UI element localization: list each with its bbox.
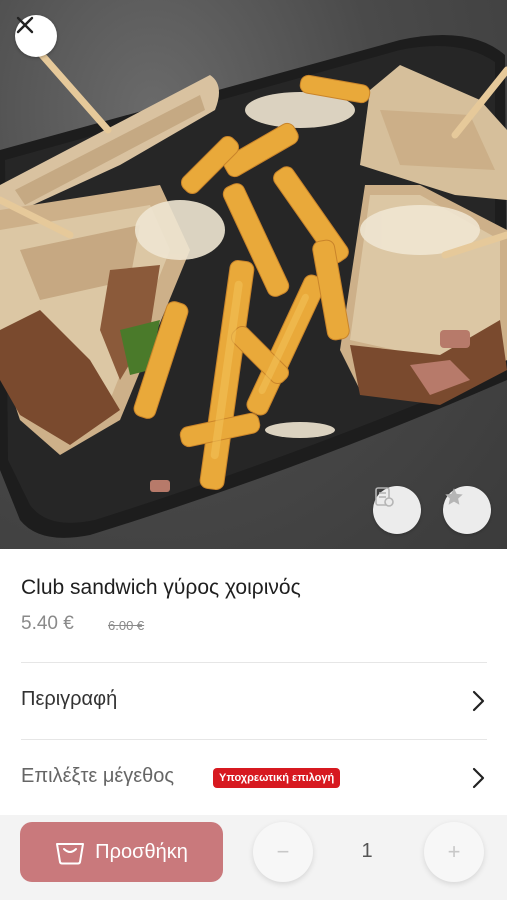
product-old-price: 6.00 € [108, 618, 145, 633]
chevron-right-icon [472, 690, 485, 712]
chevron-right-icon [472, 767, 485, 789]
size-label: Επιλέξτε μέγεθος [21, 765, 175, 787]
divider [21, 662, 487, 663]
add-to-cart-button[interactable]: Προσθήκη [20, 822, 223, 882]
close-button[interactable] [15, 15, 57, 57]
increase-quantity-button[interactable]: + [424, 822, 484, 882]
product-name: Club sandwich γύρος χοιρινός [21, 576, 301, 599]
note-icon [375, 487, 394, 507]
required-badge: Υποχρεωτική επιλογή [213, 768, 341, 788]
menu-button[interactable] [373, 486, 421, 534]
quantity-value: 1 [361, 840, 373, 862]
food-photo [0, 26, 507, 538]
decrease-quantity-button[interactable]: − [253, 822, 313, 882]
description-label: Περιγραφή [21, 688, 118, 710]
close-icon [16, 16, 34, 34]
favorite-button[interactable] [443, 486, 491, 534]
description-row[interactable]: Περιγραφή [0, 664, 507, 736]
divider [21, 739, 487, 740]
basket-icon [56, 843, 85, 865]
product-price: 5.40 € [21, 613, 74, 634]
add-to-cart-label: Προσθήκη [95, 840, 188, 863]
product-image [0, 0, 507, 549]
star-icon [445, 488, 463, 505]
